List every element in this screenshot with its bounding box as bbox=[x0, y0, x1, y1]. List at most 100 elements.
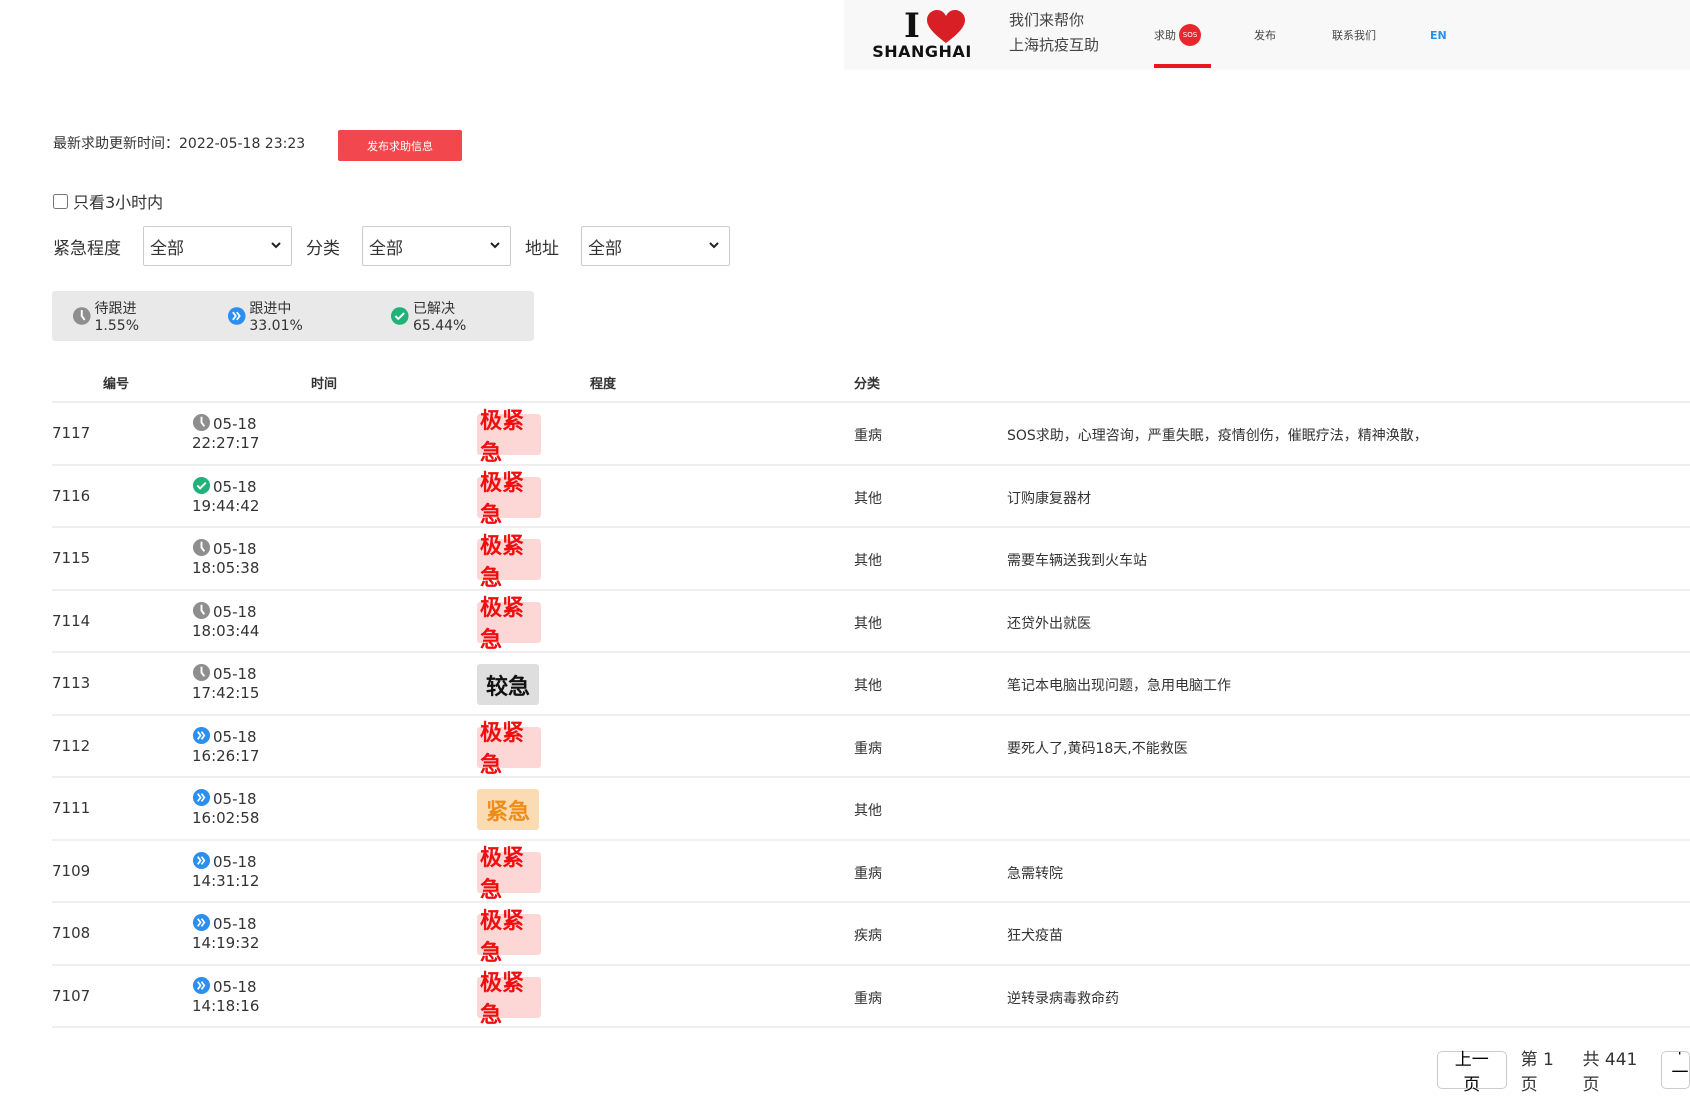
filter-bar: 紧急程度 全部 分类 全部 地址 全部 bbox=[53, 226, 744, 266]
prev-page-button[interactable]: 上一页 bbox=[1437, 1050, 1507, 1094]
table-row[interactable]: 7107 05-18 14:18:16 极紧急 重病 逆转录病毒救命药 bbox=[52, 966, 1690, 1028]
nav-help[interactable]: 求助 SOS bbox=[1154, 0, 1201, 70]
table-row[interactable]: 7112 05-18 16:26:17 极紧急 重病 要死人了,黄码18天,不能救医 bbox=[52, 716, 1690, 778]
double-chevron-icon bbox=[192, 788, 211, 807]
request-time: 05-18 16:26:17 bbox=[192, 726, 259, 766]
active-nav-indicator bbox=[1154, 64, 1211, 68]
request-clock: 18:03:44 bbox=[192, 621, 260, 640]
slogan-line-2: 上海抗疫互助 bbox=[1009, 36, 1100, 54]
sos-badge: SOS bbox=[1179, 24, 1201, 46]
stat-resolved-text: 已解决65.44% bbox=[412, 301, 467, 334]
check-circle-icon bbox=[192, 476, 211, 494]
current-page: 第 1 页 bbox=[1520, 1050, 1554, 1095]
request-date: 05-18 bbox=[213, 415, 257, 433]
request-category: 其他 bbox=[854, 490, 882, 507]
publish-help-button[interactable]: 发布求助信息 bbox=[338, 130, 462, 161]
clock-icon bbox=[192, 663, 211, 682]
slogan: 我们来帮你 上海抗疫互助 bbox=[1009, 8, 1099, 58]
urgency-badge: 极紧急 bbox=[477, 721, 541, 778]
table-row[interactable]: 7109 05-18 14:31:12 极紧急 重病 急需转院 bbox=[52, 841, 1690, 903]
nav-contact[interactable]: 联系我们 bbox=[1332, 0, 1376, 70]
address-select[interactable]: 全部 bbox=[581, 226, 730, 266]
stat-pending: 待跟进1.55% bbox=[72, 298, 179, 334]
chevron-down-icon bbox=[271, 242, 281, 249]
table-row[interactable]: 7113 05-18 17:42:15 较急 其他 笔记本电脑出现问题，急用电脑工作 bbox=[52, 653, 1690, 716]
request-id: 7109 bbox=[52, 861, 91, 880]
request-clock: 14:19:32 bbox=[192, 934, 260, 952]
request-category: 其他 bbox=[854, 803, 882, 819]
request-id: 7111 bbox=[52, 799, 91, 817]
language-switch[interactable]: EN bbox=[1430, 0, 1447, 70]
request-id: 7114 bbox=[52, 611, 91, 630]
request-description[interactable]: 笔记本电脑出现问题，急用电脑工作 bbox=[1007, 675, 1231, 695]
request-category: 疾病 bbox=[854, 928, 882, 944]
header-time: 时间 bbox=[311, 377, 338, 392]
urgency-label: 紧急程度 bbox=[53, 238, 121, 259]
request-clock: 18:05:38 bbox=[192, 559, 260, 577]
nav-help-label: 求助 bbox=[1154, 29, 1176, 42]
category-value: 全部 bbox=[369, 238, 403, 259]
only-3h-filter[interactable]: 只看3小时内 bbox=[53, 189, 163, 213]
table-row[interactable]: 7115 05-18 18:05:38 极紧急 其他 需要车辆送我到火车站 bbox=[52, 528, 1690, 591]
request-time: 05-18 17:42:15 bbox=[192, 663, 259, 703]
table-row[interactable]: 7117 05-18 22:27:17 极紧急 重病 SOS求助，心理咨询，严重失眠，疫情… bbox=[52, 403, 1690, 466]
request-category: 重病 bbox=[854, 428, 882, 444]
double-chevron-icon bbox=[192, 726, 211, 744]
request-clock: 14:18:16 bbox=[192, 996, 260, 1015]
address-label: 地址 bbox=[525, 238, 559, 259]
request-id: 7117 bbox=[52, 424, 91, 442]
stat-in-progress: 跟进中33.01% bbox=[227, 298, 343, 334]
table-row[interactable]: 7116 05-18 19:44:42 极紧急 其他 订购康复器材 bbox=[52, 466, 1690, 528]
table-header: 编号 时间 程度 分类 bbox=[52, 364, 1690, 403]
urgency-badge: 极紧急 bbox=[477, 471, 541, 528]
table-row[interactable]: 7114 05-18 18:03:44 极紧急 其他 还贷外出就医 bbox=[52, 591, 1690, 653]
urgency-select[interactable]: 全部 bbox=[143, 226, 292, 266]
header-category: 分类 bbox=[854, 377, 881, 392]
only-3h-label: 只看3小时内 bbox=[73, 193, 164, 212]
request-category: 重病 bbox=[854, 990, 882, 1007]
request-date: 05-18 bbox=[213, 790, 257, 808]
table-row[interactable]: 7108 05-18 14:19:32 极紧急 疾病 狂犬疫苗 bbox=[52, 903, 1690, 966]
request-id: 7115 bbox=[52, 549, 91, 567]
clock-icon bbox=[192, 413, 211, 432]
urgency-value: 全部 bbox=[150, 238, 184, 259]
urgency-badge: 较急 bbox=[477, 664, 539, 705]
i-love-shanghai-logo[interactable]: I SHANGHAI bbox=[862, 6, 972, 64]
request-time: 05-18 19:44:42 bbox=[192, 476, 259, 516]
total-pages: 共 441 页 bbox=[1582, 1050, 1638, 1095]
nav-publish[interactable]: 发布 bbox=[1254, 0, 1276, 70]
request-description[interactable]: 订购康复器材 bbox=[1007, 488, 1091, 508]
urgency-badge: 极紧急 bbox=[477, 596, 541, 653]
request-description[interactable]: 要死人了,黄码18天,不能救医 bbox=[1007, 738, 1188, 758]
request-category: 重病 bbox=[854, 740, 882, 757]
request-description[interactable]: 狂犬疫苗 bbox=[1007, 925, 1063, 945]
help-requests-table: 编号 时间 程度 分类 7117 05-18 22:27:17 极紧急 重病 SOS求助，… bbox=[52, 364, 1690, 1028]
urgency-badge: 极紧急 bbox=[477, 909, 541, 966]
heart-icon bbox=[927, 10, 965, 43]
double-chevron-icon bbox=[227, 307, 246, 325]
address-value: 全部 bbox=[588, 238, 622, 259]
request-clock: 22:27:17 bbox=[192, 434, 260, 452]
urgency-badge: 极紧急 bbox=[477, 409, 541, 466]
request-description[interactable]: SOS求助，心理咨询，严重失眠，疫情创伤，催眠疗法，精神涣散， bbox=[1007, 425, 1428, 445]
only-3h-checkbox[interactable] bbox=[53, 193, 68, 209]
request-date: 05-18 bbox=[213, 540, 257, 558]
request-description[interactable]: 逆转录病毒救命药 bbox=[1007, 988, 1119, 1008]
table-row[interactable]: 7111 05-18 16:02:58 紧急 其他 bbox=[52, 778, 1690, 841]
request-category: 重病 bbox=[854, 865, 882, 882]
clock-icon bbox=[192, 538, 211, 557]
request-description[interactable]: 急需转院 bbox=[1007, 863, 1063, 883]
request-time: 05-18 14:18:16 bbox=[192, 976, 259, 1016]
stat-in-progress-text: 跟进中33.01% bbox=[249, 301, 303, 334]
urgency-badge: 极紧急 bbox=[477, 846, 541, 903]
check-circle-icon bbox=[391, 307, 409, 325]
request-description[interactable]: 需要车辆送我到火车站 bbox=[1007, 550, 1147, 570]
request-time: 05-18 18:05:38 bbox=[192, 538, 259, 578]
clock-icon bbox=[192, 601, 211, 619]
next-page-button[interactable]: 下一页 bbox=[1660, 1051, 1690, 1089]
request-description[interactable]: 还贷外出就医 bbox=[1007, 613, 1091, 633]
pagination: 上一页 第 1 页 共 441 页 下一页 bbox=[1437, 1045, 1690, 1095]
request-date: 05-18 bbox=[213, 665, 257, 683]
category-select[interactable]: 全部 bbox=[362, 226, 511, 266]
request-time: 05-18 16:02:58 bbox=[192, 788, 259, 828]
